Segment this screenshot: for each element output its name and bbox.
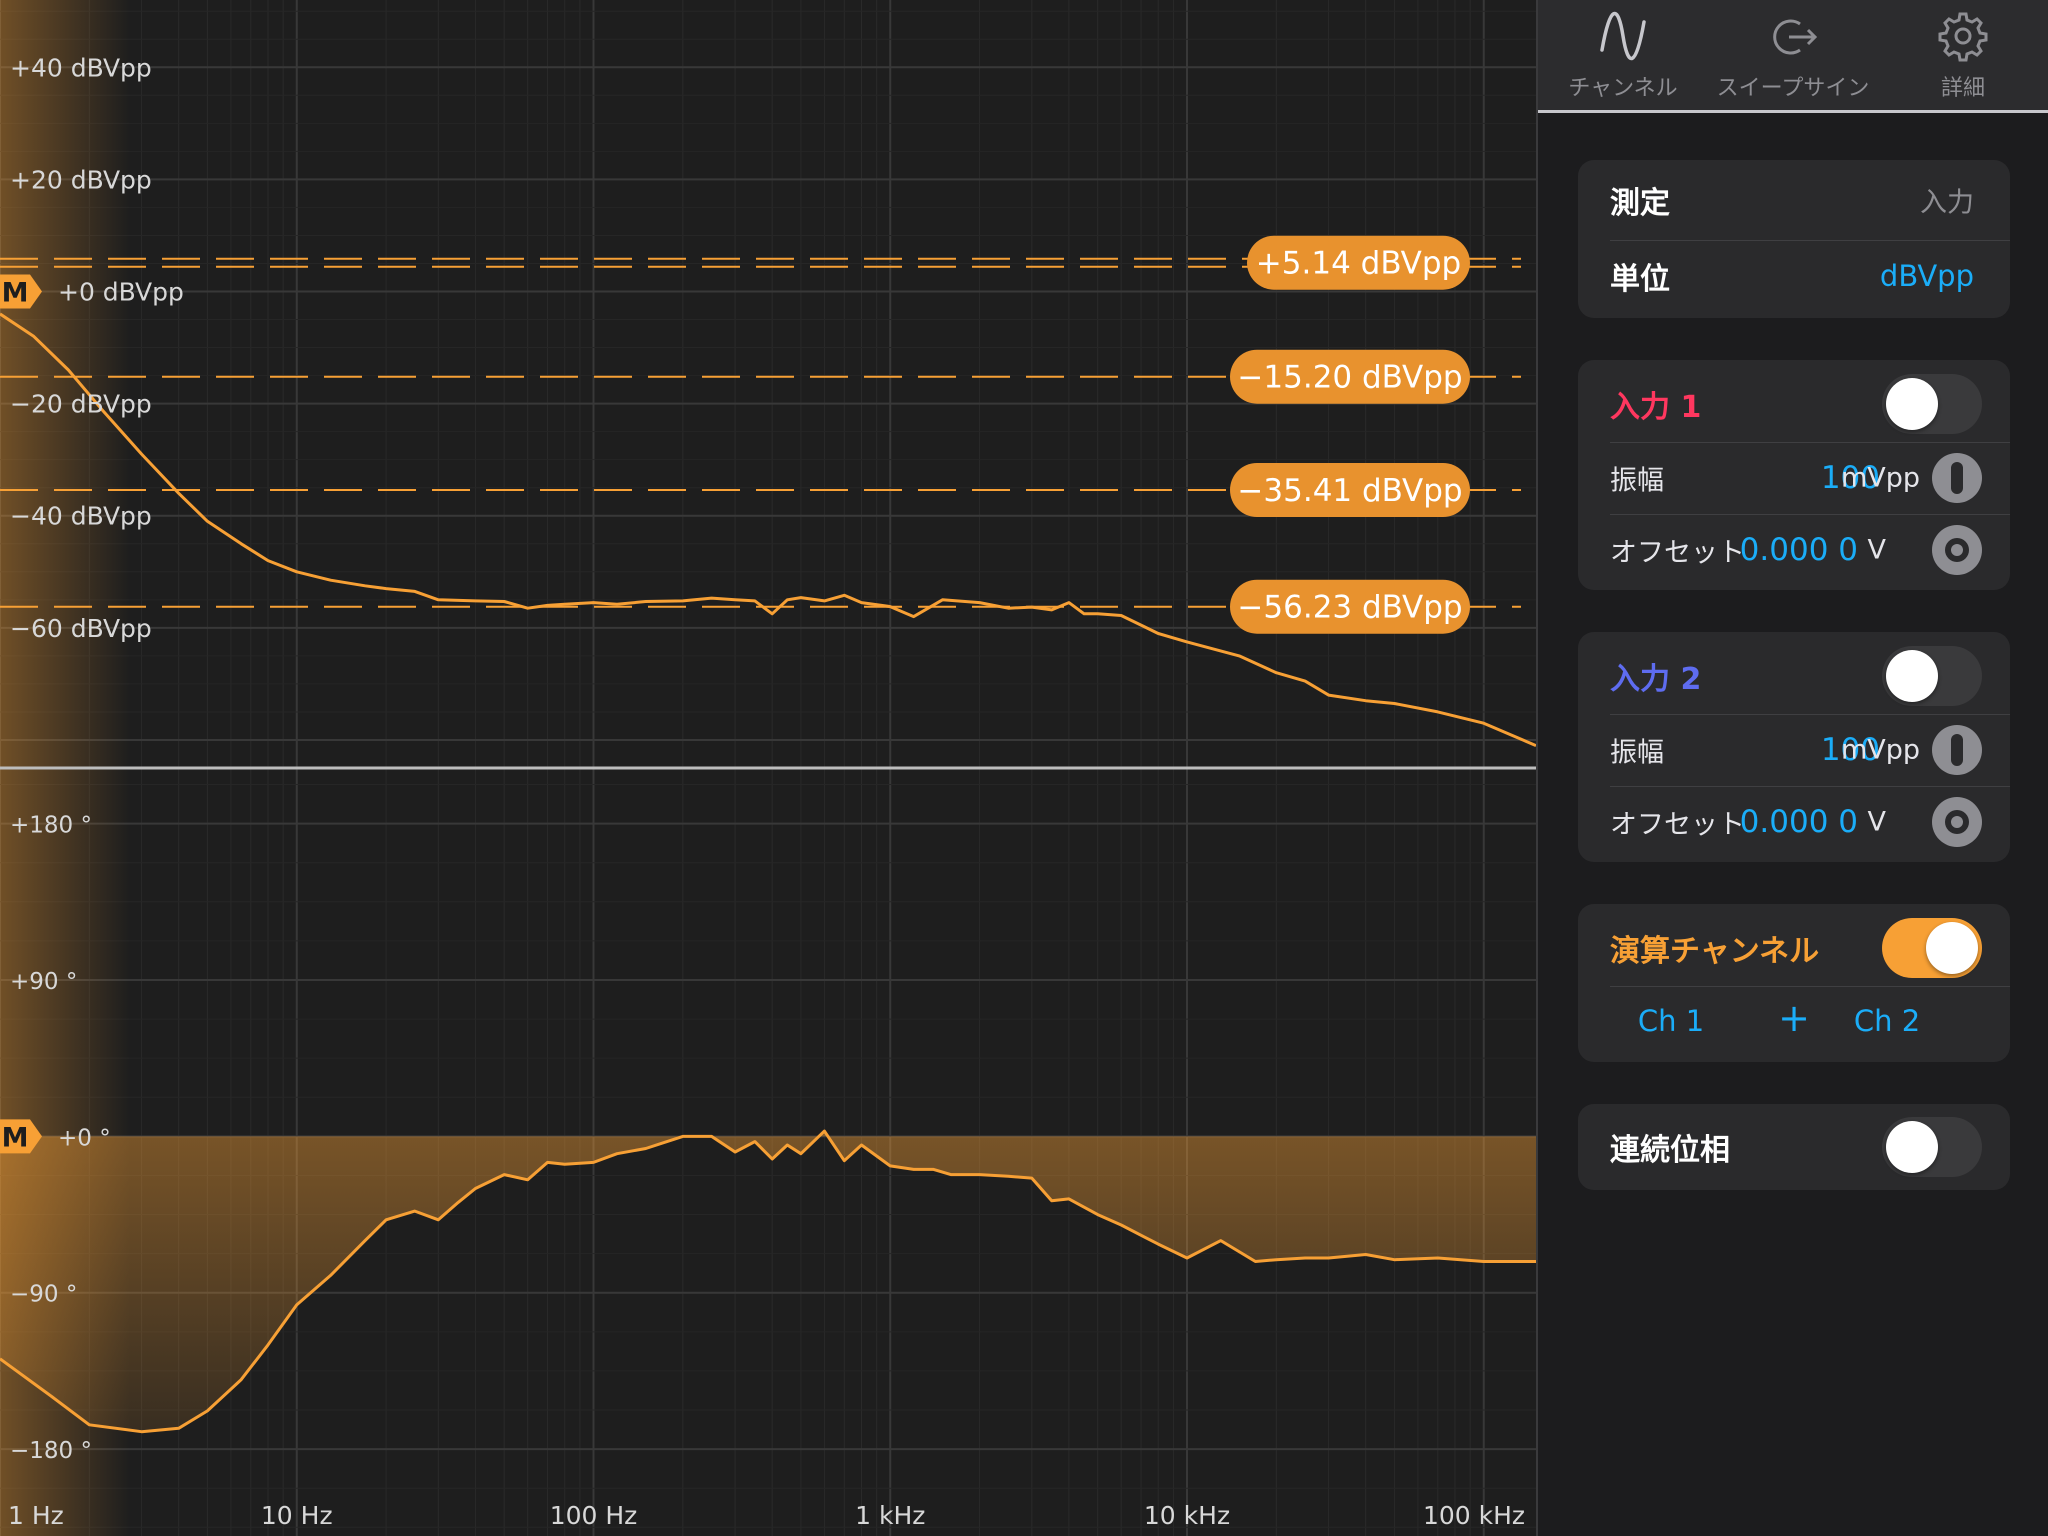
input1-offset-unit: V	[1867, 534, 1886, 566]
input2-toggle[interactable]	[1882, 646, 1982, 706]
input2-title: 入力 2	[1610, 662, 1702, 697]
input1-amplitude-unit: mVpp	[1840, 462, 1920, 494]
input2-offset-row[interactable]: オフセット 0.000 0 V	[1610, 786, 1982, 858]
y-tick-label: +0 °	[58, 1125, 111, 1151]
offset-dial-icon[interactable]	[1932, 797, 1982, 847]
marker-label: M	[2, 278, 29, 309]
input2-offset-value[interactable]: 0.000 0	[1740, 804, 1858, 840]
x-tick-label: 1 kHz	[855, 1501, 925, 1530]
input1-amplitude-row[interactable]: 振幅 100 mVpp	[1610, 442, 1982, 514]
input1-title: 入力 1	[1610, 390, 1702, 425]
cursor-value-label: −15.20 dBVpp	[1237, 360, 1462, 396]
input1-amplitude-label: 振幅	[1610, 465, 1664, 497]
toggle-knob	[1886, 378, 1938, 430]
math-channel-header-row: 演算チャンネル	[1610, 912, 1982, 984]
tab-bar: チャンネル スイープサイン 詳細	[1538, 0, 2048, 113]
bode-plot[interactable]: +5.14 dBVpp −15.20 dBVpp −35.41 dBVpp −56.2…	[0, 0, 1536, 1536]
math-channel-title: 演算チャンネル	[1610, 934, 1820, 969]
input1-header-row: 入力 1	[1610, 368, 1982, 440]
unit-value[interactable]: dBVpp	[1880, 259, 1974, 293]
offset-dial-icon[interactable]	[1932, 525, 1982, 575]
math-channel-card: 演算チャンネル Ch 1 + Ch 2	[1578, 904, 2010, 1062]
tab-details-label: 詳細	[1940, 76, 1985, 101]
input2-card: 入力 2 振幅 100 mVpp オフセット 0.000 0 V	[1578, 632, 2010, 862]
settings-sidebar: チャンネル スイープサイン 詳細 測定 入力 単位 dBVpp 入力 1 振幅 …	[1536, 0, 2048, 1536]
continuous-phase-card: 連続位相	[1578, 1104, 2010, 1190]
input2-amplitude-unit: mVpp	[1840, 734, 1920, 766]
x-tick-label: 10 kHz	[1144, 1501, 1230, 1530]
math-operand-a[interactable]: Ch 1	[1606, 1004, 1736, 1038]
y-tick-label: −180 °	[10, 1438, 92, 1464]
cursor-value-label: −56.23 dBVpp	[1237, 590, 1462, 626]
amplitude-dial-icon[interactable]	[1932, 725, 1982, 775]
y-tick-label: +0 dBVpp	[58, 278, 184, 307]
x-tick-label: 100 Hz	[550, 1501, 638, 1530]
input1-card: 入力 1 振幅 100 mVpp オフセット 0.000 0 V	[1578, 360, 2010, 590]
measurement-row[interactable]: 測定 入力	[1610, 164, 1982, 236]
input1-toggle[interactable]	[1882, 374, 1982, 434]
continuous-phase-label: 連続位相	[1610, 1133, 1730, 1168]
toggle-knob	[1926, 922, 1978, 974]
sine-wave-icon	[1600, 12, 1646, 60]
input1-offset-label: オフセット	[1610, 537, 1745, 569]
x-tick-label: 100 kHz	[1423, 1501, 1525, 1530]
plot-area[interactable]: +5.14 dBVpp −15.20 dBVpp −35.41 dBVpp −56.2…	[0, 0, 1536, 1536]
x-tick-label: 10 Hz	[261, 1501, 333, 1530]
toggle-knob	[1886, 650, 1938, 702]
cursor-value-label: +5.14 dBVpp	[1256, 246, 1461, 282]
y-tick-label: −90 °	[10, 1282, 77, 1308]
math-expression-row: Ch 1 + Ch 2	[1578, 986, 2010, 1058]
input2-amplitude-label: 振幅	[1610, 737, 1664, 769]
continuous-phase-toggle[interactable]	[1882, 1117, 1982, 1177]
tab-sweep-sine-label: スイープサイン	[1716, 76, 1870, 101]
cursor-value-label: −35.41 dBVpp	[1237, 473, 1462, 509]
y-tick-label: −20 dBVpp	[10, 390, 152, 419]
amplitude-dial-icon[interactable]	[1932, 453, 1982, 503]
y-tick-label: −40 dBVpp	[10, 502, 152, 531]
input2-offset-label: オフセット	[1610, 809, 1745, 841]
tab-details[interactable]: 詳細	[1878, 0, 2048, 110]
tab-channel-label: チャンネル	[1568, 76, 1678, 101]
marker-label: M	[2, 1122, 29, 1153]
measurement-card: 測定 入力 単位 dBVpp	[1578, 160, 2010, 318]
y-tick-label: −60 dBVpp	[10, 614, 152, 643]
gear-icon	[1938, 12, 1988, 62]
sweep-export-icon	[1773, 19, 1818, 55]
y-tick-label: +20 dBVpp	[10, 165, 152, 194]
math-channel-toggle[interactable]	[1882, 918, 1982, 978]
continuous-phase-row: 連続位相	[1610, 1111, 1982, 1183]
measurement-value: 入力	[1920, 187, 1974, 219]
unit-row[interactable]: 単位 dBVpp	[1610, 240, 1982, 312]
math-operand-b[interactable]: Ch 2	[1822, 1004, 1952, 1038]
y-tick-label: +90 °	[10, 969, 77, 995]
tab-channel[interactable]: チャンネル	[1538, 0, 1708, 110]
tab-sweep-sine[interactable]: スイープサイン	[1708, 0, 1878, 110]
input1-offset-row[interactable]: オフセット 0.000 0 V	[1610, 514, 1982, 586]
x-tick-label: 1 Hz	[8, 1501, 64, 1530]
toggle-knob	[1886, 1121, 1938, 1173]
input2-amplitude-row[interactable]: 振幅 100 mVpp	[1610, 714, 1982, 786]
y-tick-label: +180 °	[10, 813, 92, 839]
input1-offset-value[interactable]: 0.000 0	[1740, 532, 1858, 568]
unit-label: 単位	[1610, 262, 1670, 297]
input2-offset-unit: V	[1867, 806, 1886, 838]
y-tick-label: +40 dBVpp	[10, 53, 152, 82]
measurement-label: 測定	[1610, 186, 1670, 221]
input2-header-row: 入力 2	[1610, 640, 1982, 712]
